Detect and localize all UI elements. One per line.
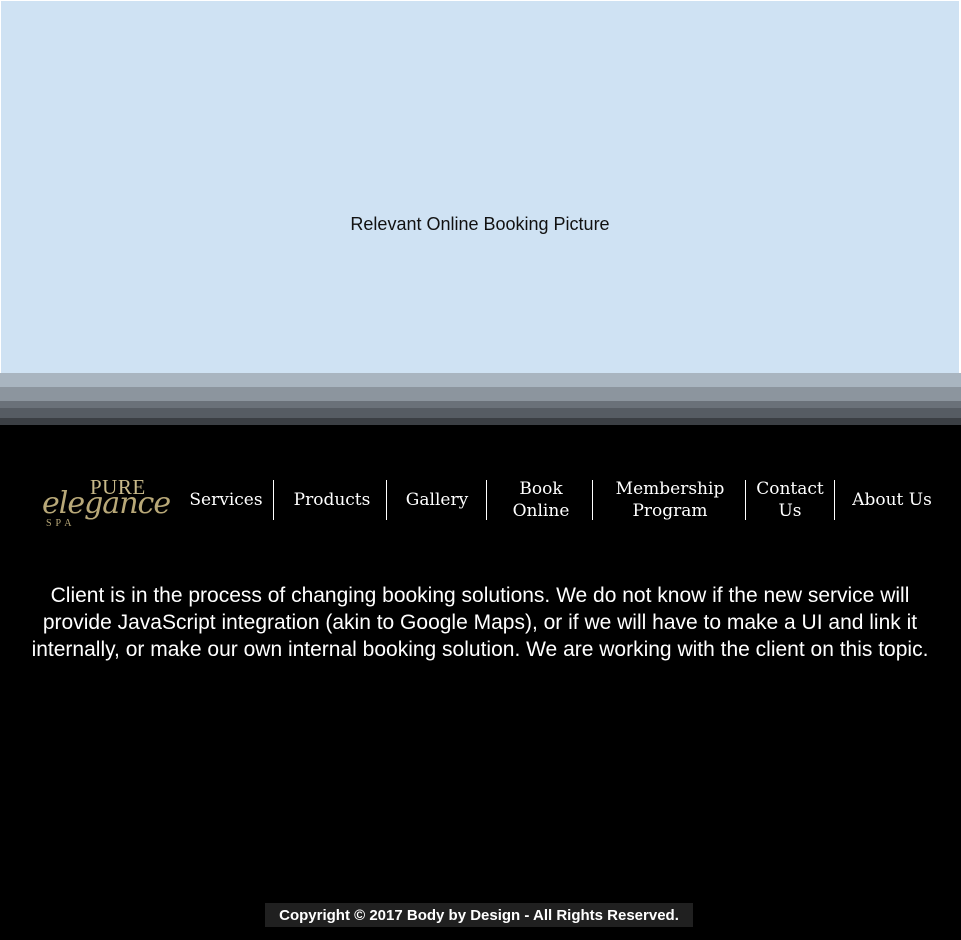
page: Relevant Online Booking Picture PURE ele… [0,0,961,940]
booking-status-message: Client is in the process of changing boo… [31,584,929,661]
divider-stripe [0,373,961,387]
logo[interactable]: PURE elegance SPA [40,470,171,542]
nav-divider [273,480,274,520]
nav-item-label: Gallery [405,490,469,510]
divider-stripe [0,387,961,401]
nav-item-contact-us[interactable]: Contact Us [748,478,832,522]
hero-image-placeholder: Relevant Online Booking Picture [1,1,959,373]
nav-item-products[interactable]: Products [280,478,384,522]
nav-item-label: Contact Us [756,479,824,521]
nav-item-book-online[interactable]: Book Online [492,478,590,522]
nav-item-label: Services [189,490,263,510]
nav-item-label: Products [293,490,371,510]
nav-item-about-us[interactable]: About Us [840,478,944,522]
logo-spa-text: SPA [46,518,76,529]
nav-divider [486,480,487,520]
nav-divider [834,480,835,520]
divider-stripe [0,408,961,418]
hero-caption: Relevant Online Booking Picture [350,214,610,234]
nav-item-label: About Us [852,490,932,510]
copyright-notice: Copyright © 2017 Body by Design - All Ri… [265,903,693,927]
divider-stripe [0,418,961,425]
divider-stripe [0,401,961,408]
nav-divider [592,480,593,520]
nav-item-gallery[interactable]: Gallery [392,478,482,522]
nav-item-label: Membership Program [615,479,725,521]
nav-item-membership-program[interactable]: Membership Program [598,478,742,522]
nav-item-label: Book Online [512,479,570,521]
nav-divider [745,480,746,520]
logo-elegance-text: elegance [42,486,171,521]
nav-divider [386,480,387,520]
nav-item-services[interactable]: Services [183,478,269,522]
